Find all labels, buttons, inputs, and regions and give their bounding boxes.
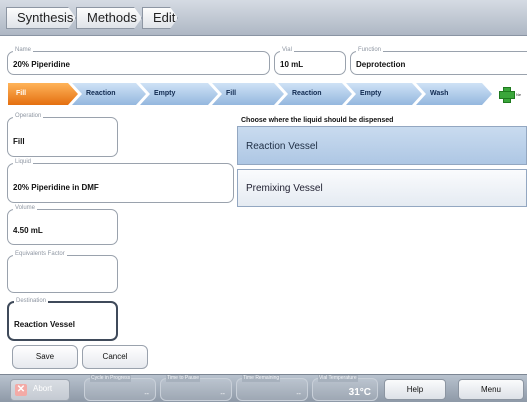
function-field[interactable]: Function Deprotection xyxy=(350,46,527,75)
volume-value: 4.50 mL xyxy=(13,226,43,235)
liquid-label: Liquid xyxy=(13,158,34,166)
cycle-in-progress-display: Cycle in Progress -- xyxy=(84,375,156,401)
breadcrumb: Synthesis Methods Edit xyxy=(0,0,527,36)
destination-value: Reaction Vessel xyxy=(14,320,75,329)
add-step-icon[interactable] xyxy=(499,87,515,103)
volume-label: Volume xyxy=(13,204,38,212)
abort-label: Abort xyxy=(33,384,53,393)
save-button[interactable]: Save xyxy=(12,345,78,369)
step-empty-2[interactable]: Empty xyxy=(346,83,422,105)
step-wash[interactable]: Wash xyxy=(416,83,492,105)
destination-prompt: Choose where the liquid should be dispen… xyxy=(241,117,394,124)
vial-field[interactable]: Vial 10 mL xyxy=(274,46,346,75)
volume-field[interactable]: Volume 4.50 mL xyxy=(7,204,118,245)
vial-temperature-display: Vial Temperature 31°C xyxy=(312,375,378,401)
abort-x-icon: ✕ xyxy=(15,384,27,396)
destination-label: Destination xyxy=(14,297,49,305)
help-button[interactable]: Help xyxy=(384,379,446,400)
equivalents-factor-label: Equivalents Factor xyxy=(13,250,67,258)
remaining-value: -- xyxy=(296,391,301,398)
equivalents-factor-field[interactable]: Equivalents Factor xyxy=(7,250,118,293)
pause-label: Time to Pause xyxy=(166,375,201,382)
remaining-label: Time Remaining xyxy=(242,375,281,382)
step-reaction-2[interactable]: Reaction xyxy=(278,83,352,105)
cancel-button[interactable]: Cancel xyxy=(82,345,148,369)
breadcrumb-edit[interactable]: Edit xyxy=(142,7,178,29)
breadcrumb-methods[interactable]: Methods xyxy=(76,7,142,29)
temperature-label: Vial Temperature xyxy=(318,375,358,382)
pause-value: -- xyxy=(220,391,225,398)
operation-label: Operation xyxy=(13,112,44,120)
step-fill-2[interactable]: Fill xyxy=(212,83,284,105)
time-to-pause-display: Time to Pause -- xyxy=(160,375,232,401)
menu-button[interactable]: Menu xyxy=(458,379,524,400)
vial-label: Vial xyxy=(280,46,294,54)
function-label: Function xyxy=(356,46,384,54)
breadcrumb-synthesis[interactable]: Synthesis xyxy=(6,7,76,29)
temperature-value: 31°C xyxy=(348,387,371,398)
cycle-value: -- xyxy=(144,391,149,398)
step-fill-1[interactable]: Fill xyxy=(8,83,78,105)
step-empty-1[interactable]: Empty xyxy=(140,83,218,105)
choice-premixing-vessel[interactable]: Premixing Vessel xyxy=(237,169,527,207)
cycle-label: Cycle in Progress xyxy=(90,375,132,382)
status-bar: ✕ Abort Cycle in Progress -- Time to Pau… xyxy=(0,374,527,402)
step-sequence: Fill Reaction Empty Fill Reaction Empty … xyxy=(0,83,527,105)
function-value: Deprotection xyxy=(356,60,406,69)
add-step-label: Ne xyxy=(516,92,522,97)
abort-button[interactable]: ✕ Abort xyxy=(10,379,70,401)
operation-value: Fill xyxy=(13,137,25,146)
vial-value: 10 mL xyxy=(280,60,304,69)
name-label: Name xyxy=(13,46,34,54)
operation-field[interactable]: Operation Fill xyxy=(7,112,118,157)
time-remaining-display: Time Remaining -- xyxy=(236,375,308,401)
liquid-value: 20% Piperidine in DMF xyxy=(13,183,99,192)
name-value: 20% Piperidine xyxy=(13,60,70,69)
step-reaction-1[interactable]: Reaction xyxy=(72,83,146,105)
liquid-field[interactable]: Liquid 20% Piperidine in DMF xyxy=(7,158,234,203)
destination-field[interactable]: Destination Reaction Vessel xyxy=(7,297,118,341)
name-field[interactable]: Name 20% Piperidine xyxy=(7,46,270,75)
choice-reaction-vessel[interactable]: Reaction Vessel xyxy=(237,126,527,165)
